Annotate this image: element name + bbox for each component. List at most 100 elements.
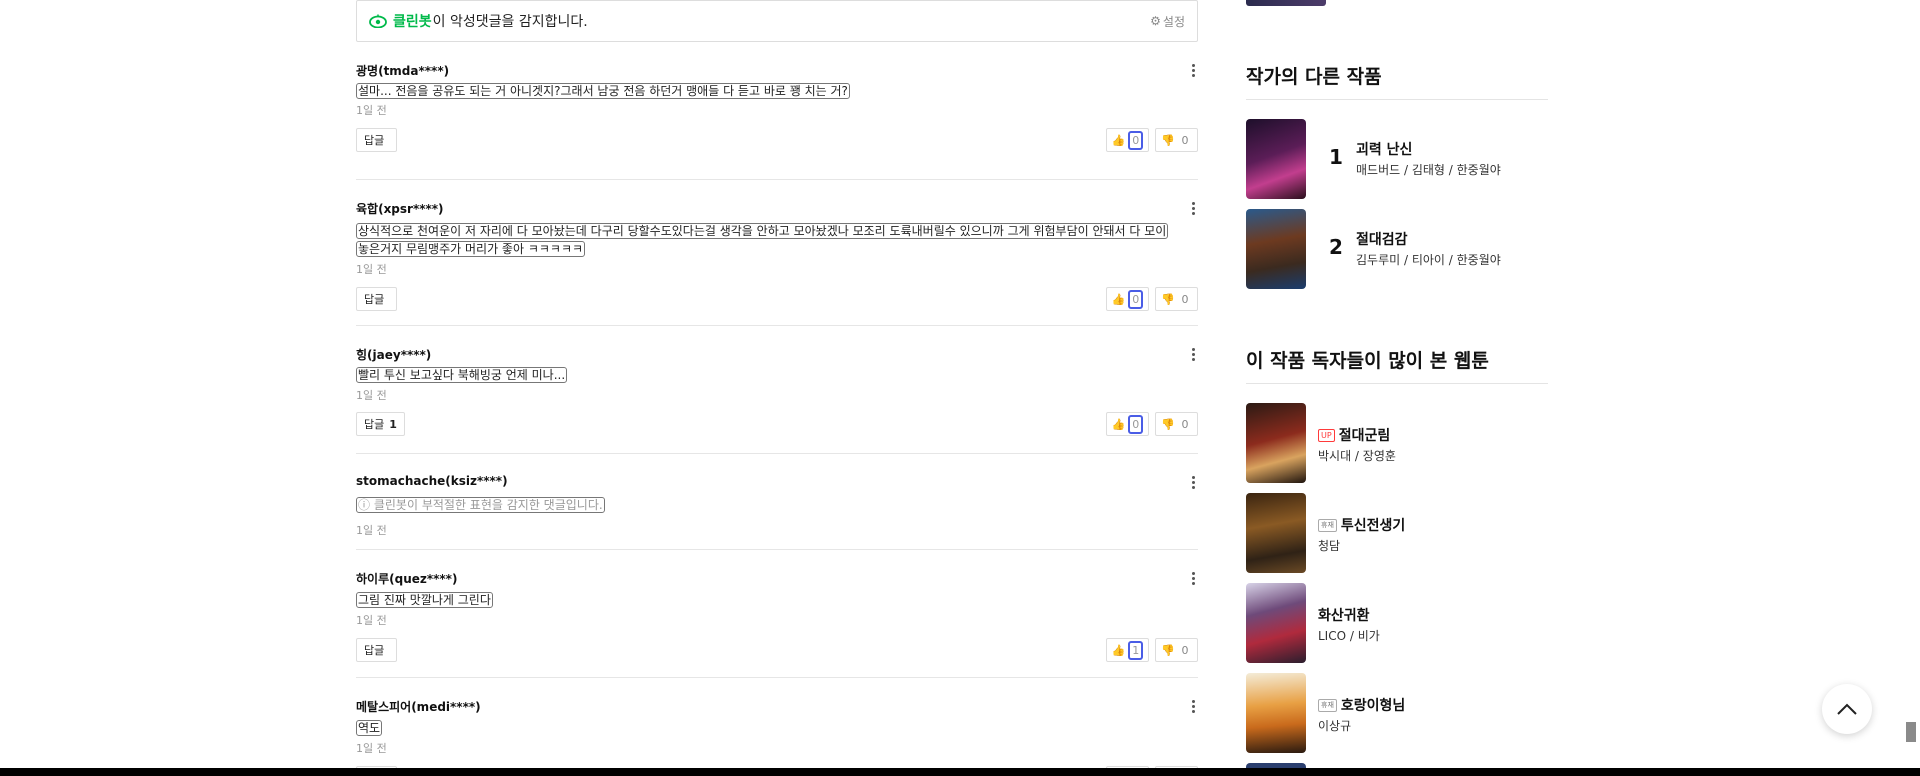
rank-number: 2 [1329, 235, 1343, 259]
blocked-brand: 클린봇 [373, 498, 407, 512]
vote-group: 👍0 👎0 [1105, 128, 1198, 152]
like-button[interactable]: 👍0 [1105, 412, 1150, 436]
like-button[interactable]: 👍0 [1105, 128, 1150, 152]
divider [1246, 383, 1548, 384]
blocked-comment-wrap: ⓘ 클린봇이 부적절한 표현을 감지한 댓글입니다. [356, 497, 605, 513]
dislike-count: 0 [1181, 643, 1189, 657]
comment-more-button[interactable] [1188, 200, 1198, 216]
scroll-to-top-button[interactable] [1822, 684, 1872, 734]
like-button[interactable]: 👍 1 [1105, 638, 1150, 662]
more-dot-icon [1191, 485, 1195, 489]
cover-thumbnail [1246, 119, 1306, 199]
other-work-item[interactable]: 1 괴력 난신 매드버드 / 김태형 / 한중월야 [1246, 119, 1548, 199]
cleanbot-message: 이 악성댓글을 감지합니다. [432, 14, 588, 30]
more-dot-icon [1191, 201, 1195, 205]
page: 클린봇 이 악성댓글을 감지합니다. ⚙ 설정 광명(tmda****) 설마.… [0, 0, 1920, 776]
comment-time: 1일 전 [356, 524, 387, 537]
comment-more-button[interactable] [1188, 474, 1198, 490]
cover-thumbnail [1246, 673, 1306, 753]
thumbs-down-icon: 👎 [1161, 417, 1175, 431]
gear-icon: ⚙ [1150, 14, 1161, 28]
cleanbot-icon [369, 14, 387, 28]
dislike-button[interactable]: 👎0 [1155, 287, 1198, 311]
comment-more-button[interactable] [1188, 346, 1198, 362]
reply-button[interactable]: 답글 1 [356, 412, 405, 436]
blocked-comment-notice: ⓘ 클린봇이 부적절한 표현을 감지한 댓글입니다. [356, 496, 605, 514]
more-dot-icon [1191, 480, 1195, 484]
reply-label: 답글 [364, 644, 385, 657]
dislike-count: 0 [1181, 417, 1189, 431]
work-author: LICO / 비가 [1318, 629, 1380, 643]
comment-author: 하이루(quez****) [356, 572, 458, 586]
cleanbot-brand: 클린봇 [393, 14, 432, 30]
comment-more-button[interactable] [1188, 698, 1198, 714]
work-author: 박시대 / 장영훈 [1318, 449, 1396, 463]
like-count: 0 [1128, 289, 1144, 309]
cleanbot-settings-button[interactable]: ⚙ 설정 [1150, 13, 1185, 30]
dislike-button[interactable]: 👎0 [1155, 412, 1198, 436]
more-dot-icon [1191, 581, 1195, 585]
more-dot-icon [1191, 704, 1195, 708]
readers-also-title: 이 작품 독자들이 많이 본 웹툰 [1246, 350, 1489, 372]
reply-count: 1 [389, 417, 397, 431]
thumbs-up-icon: 👍 [1111, 417, 1126, 431]
recommended-work-item[interactable]: UP 절대군림 박시대 / 장영훈 [1246, 403, 1548, 483]
recommended-work-item[interactable]: 휴재 호랑이형님 이상규 [1246, 673, 1548, 753]
more-dot-icon [1191, 475, 1195, 479]
work-title: 투신전생기 [1340, 518, 1406, 534]
reply-label: 답글 [364, 418, 385, 431]
work-title: 절대검감 [1356, 232, 1408, 248]
comment-section: 클린봇 이 악성댓글을 감지합니다. ⚙ 설정 광명(tmda****) 설마.… [356, 0, 1198, 776]
like-count: 1 [1128, 640, 1144, 660]
cleanbot-banner: 클린봇 이 악성댓글을 감지합니다. ⚙ 설정 [356, 0, 1198, 42]
more-dot-icon [1191, 352, 1195, 356]
comment-text-wrap: 상식적으로 천여운이 저 자리에 다 모아놨는데 다구리 당할수도있다는걸 생각… [356, 222, 1169, 258]
comment-text-wrap: 빨리 투신 보고싶다 북해빙궁 언제 미나... [356, 366, 568, 384]
comment-more-button[interactable] [1188, 62, 1198, 78]
thumbs-up-icon: 👍 [1111, 133, 1126, 147]
reply-label: 답글 [364, 134, 385, 147]
dislike-button[interactable]: 👎0 [1155, 638, 1198, 662]
warning-icon: ⓘ [358, 498, 371, 512]
reply-button[interactable]: 답글 [356, 287, 398, 311]
more-dot-icon [1191, 347, 1195, 351]
scrollbar-thumb[interactable] [1906, 722, 1916, 742]
comment-more-button[interactable] [1188, 570, 1198, 586]
thumbs-up-icon: 👍 [1111, 643, 1126, 657]
comment-time: 1일 전 [356, 104, 387, 117]
more-dot-icon [1191, 68, 1195, 72]
like-button[interactable]: 👍0 [1105, 287, 1150, 311]
reply-button[interactable]: 답글 [356, 128, 398, 152]
comment-text-wrap: 역도 [356, 719, 383, 737]
cover-thumbnail [1246, 403, 1306, 483]
comment-text-wrap: 그림 진짜 맛깔나게 그린다 [356, 591, 493, 609]
reply-label: 답글 [364, 293, 385, 306]
cleanbot-settings-label: 설정 [1162, 14, 1185, 29]
more-dot-icon [1191, 571, 1195, 575]
hiatus-badge: 휴재 [1318, 698, 1337, 712]
other-work-item[interactable]: 2 절대검감 김두루미 / 티아이 / 한중월야 [1246, 209, 1548, 289]
work-title: 호랑이형님 [1340, 698, 1406, 714]
up-badge: UP [1318, 428, 1335, 442]
thumbs-down-icon: 👎 [1161, 133, 1175, 147]
work-author: 김두루미 / 티아이 / 한중월야 [1356, 253, 1501, 267]
work-title: 화산귀환 [1318, 608, 1370, 624]
more-dot-icon [1191, 357, 1195, 361]
comment-text: 설마... 전음을 공유도 되는 거 아니겟지?그래서 남궁 전음 하던거 맹애… [356, 83, 850, 99]
comment-item: 힝(jaey****) 빨리 투신 보고싶다 북해빙궁 언제 미나... 1일 … [356, 326, 1198, 454]
work-author: 청담 [1318, 539, 1341, 553]
comment-text: 역도 [356, 720, 383, 736]
other-works-title: 작가의 다른 작품 [1246, 66, 1382, 88]
work-title-row: 휴재 호랑이형님 [1318, 695, 1405, 715]
comment-item: 광명(tmda****) 설마... 전음을 공유도 되는 거 아니겟지?그래서… [356, 52, 1198, 180]
comment-time: 1일 전 [356, 263, 387, 276]
comment-author: 육합(xpsr****) [356, 202, 444, 216]
scrollbar-track[interactable] [1902, 0, 1920, 768]
comment-item: 육합(xpsr****) 상식적으로 천여운이 저 자리에 다 모아놨는데 다구… [356, 180, 1198, 326]
recommended-work-item[interactable]: 휴재 투신전생기 청담 [1246, 493, 1548, 573]
reply-button[interactable]: 답글 [356, 638, 398, 662]
dislike-count: 0 [1181, 133, 1189, 147]
dislike-button[interactable]: 👎0 [1155, 128, 1198, 152]
recommended-work-item[interactable]: 화산귀환 LICO / 비가 [1246, 583, 1548, 663]
more-dot-icon [1191, 63, 1195, 67]
